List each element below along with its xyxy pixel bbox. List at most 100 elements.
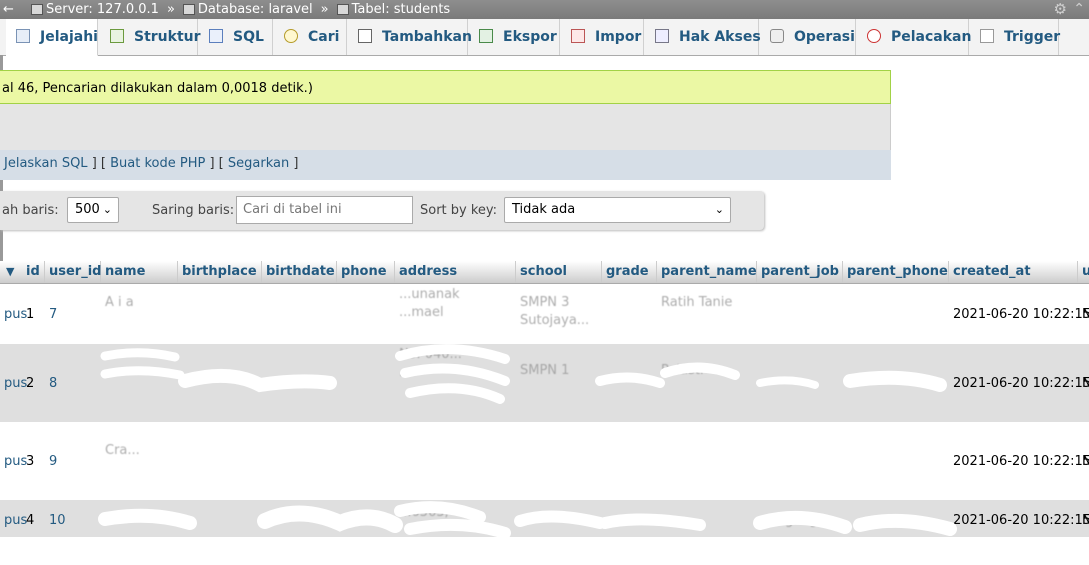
cell-name: Cra... bbox=[101, 422, 178, 500]
explain-sql-link[interactable]: Jelaskan SQL bbox=[4, 156, 88, 171]
tab-pelacakan[interactable]: Pelacakan bbox=[857, 19, 972, 55]
cell-id: 1 bbox=[26, 306, 35, 322]
table-row: pus 2 8 No. 040...... SMPN 1 Palusti 202… bbox=[0, 344, 1089, 422]
row-action-link[interactable]: pus bbox=[0, 284, 27, 344]
tab-impor[interactable]: Impor bbox=[561, 19, 644, 55]
sort-by-key-select[interactable]: Tidak ada ⌄ bbox=[504, 197, 731, 223]
filter-rows-placeholder: Cari di tabel ini bbox=[243, 202, 342, 217]
column-header[interactable]: birthplace bbox=[178, 261, 262, 283]
cell-updated-at: N bbox=[1082, 375, 1089, 391]
gear-icon[interactable]: ⚙ bbox=[1054, 0, 1067, 19]
success-message: al 46, Pencarian dilakukan dalam 0,0018 … bbox=[0, 70, 891, 104]
export-icon bbox=[479, 29, 493, 43]
row-action-link[interactable]: pus bbox=[0, 500, 27, 537]
row-action-link[interactable]: pus bbox=[0, 344, 27, 422]
tab-operasi[interactable]: Operasi bbox=[760, 19, 856, 55]
tab-tambahkan[interactable]: Tambahkan bbox=[348, 19, 472, 55]
cell-user-id[interactable]: 10 bbox=[45, 500, 101, 537]
breadcrumb-server-label: Server: 127.0.0.1 bbox=[46, 2, 159, 17]
server-icon bbox=[31, 4, 43, 15]
tab-label: Tambahkan bbox=[382, 29, 472, 45]
column-header[interactable]: user_id bbox=[45, 261, 101, 283]
sort-arrow-icon[interactable]: ▼ bbox=[6, 261, 14, 283]
tab-struktur[interactable]: Struktur bbox=[100, 19, 201, 55]
breadcrumb-database[interactable]: Database: laravel bbox=[182, 0, 313, 19]
sql-query-links: Jelaskan SQL ] [ Buat kode PHP ] [ Segar… bbox=[0, 150, 891, 180]
tab-label: Operasi bbox=[794, 29, 855, 45]
filter-rows-label: Saring baris: bbox=[152, 203, 235, 218]
import-icon bbox=[571, 29, 585, 43]
table-row: pus 3 9 Cra... 2021-06-20 10:22:15 N bbox=[0, 422, 1089, 500]
cell-address: ...unanak ...mael bbox=[395, 284, 516, 344]
cell-id: 2 bbox=[26, 375, 35, 391]
column-header[interactable]: u bbox=[1078, 261, 1089, 283]
column-header[interactable]: phone bbox=[337, 261, 395, 283]
cell-line: ...unanak bbox=[399, 287, 460, 302]
column-header[interactable]: parent_name bbox=[657, 261, 757, 283]
cell-user-id[interactable]: 7 bbox=[45, 284, 101, 344]
cell-updated-at: N bbox=[1082, 512, 1089, 528]
tab-sql[interactable]: SQL bbox=[199, 19, 273, 55]
cell-line: Palusti bbox=[661, 363, 704, 378]
table-row: pus 1 7 A i a ...unanak ...mael SMPN 3 Sut… bbox=[0, 284, 1089, 344]
cell-school: SMPN 3 Sutojaya... bbox=[516, 284, 602, 344]
search-icon bbox=[284, 29, 298, 43]
tab-trigger[interactable]: Trigger bbox=[970, 19, 1060, 55]
chevron-down-icon: ⌄ bbox=[102, 203, 112, 216]
cell-parent-job: ...lagang bbox=[761, 512, 818, 528]
tab-label: SQL bbox=[233, 29, 264, 45]
tab-bar: Jelajahi Struktur SQL Cari Tambahkan Eks… bbox=[0, 19, 1089, 56]
table-icon bbox=[336, 4, 349, 15]
tracking-icon bbox=[867, 29, 881, 43]
filter-rows-input[interactable]: Cari di tabel ini bbox=[236, 196, 413, 224]
tab-label: Jelajahi bbox=[40, 29, 98, 45]
column-header[interactable]: birthdate bbox=[262, 261, 337, 283]
breadcrumb-separator: » bbox=[320, 2, 329, 17]
column-header[interactable]: parent_phone bbox=[843, 261, 949, 283]
tab-hak-akses[interactable]: Hak Akses bbox=[645, 19, 761, 55]
success-message-text: al 46, Pencarian dilakukan dalam 0,0018 … bbox=[2, 81, 313, 96]
cell-updated-at: N bbox=[1082, 306, 1089, 322]
refresh-link[interactable]: Segarkan bbox=[228, 156, 289, 171]
tab-jelajahi[interactable]: Jelajahi bbox=[6, 19, 98, 56]
breadcrumb-server[interactable]: Server: 127.0.0.1 bbox=[31, 0, 159, 19]
tab-ekspor[interactable]: Ekspor bbox=[469, 19, 560, 55]
php-code-link[interactable]: Buat kode PHP bbox=[110, 156, 205, 171]
back-arrow-icon[interactable]: ← bbox=[3, 0, 14, 19]
cell-user-id[interactable]: 8 bbox=[45, 344, 101, 422]
column-header[interactable]: id bbox=[22, 261, 45, 283]
collapse-icon[interactable]: ⌃ bbox=[1073, 0, 1085, 19]
cell-address: No. 040...... bbox=[395, 344, 516, 422]
column-header[interactable]: name bbox=[101, 261, 178, 283]
cell-created-at: 2021-06-20 10:22:15 bbox=[953, 375, 1089, 391]
tab-label: Cari bbox=[308, 29, 340, 45]
column-header[interactable]: address bbox=[395, 261, 516, 283]
insert-icon bbox=[358, 29, 372, 43]
breadcrumb-bar: ← Server: 127.0.0.1 » Database: laravel … bbox=[0, 0, 1089, 19]
tab-cari[interactable]: Cari bbox=[274, 19, 347, 55]
cell-line: SMPN 3 bbox=[520, 295, 570, 310]
rows-count-select[interactable]: 500 ⌄ bbox=[67, 197, 119, 223]
sql-icon bbox=[209, 29, 223, 43]
breadcrumb-table[interactable]: Tabel: students bbox=[336, 0, 450, 19]
structure-icon bbox=[110, 29, 124, 43]
rows-count-value: 500 bbox=[75, 202, 100, 217]
cell-user-id[interactable]: 9 bbox=[45, 422, 101, 500]
column-header[interactable]: parent_job bbox=[757, 261, 843, 283]
breadcrumb-database-label: Database: laravel bbox=[197, 2, 313, 17]
row-action-link[interactable]: pus bbox=[0, 422, 27, 500]
tab-label: Hak Akses bbox=[679, 29, 761, 45]
column-header[interactable]: created_at bbox=[949, 261, 1078, 283]
cell-id: 3 bbox=[26, 453, 35, 469]
tab-label: Pelacakan bbox=[891, 29, 972, 45]
column-header[interactable]: school bbox=[516, 261, 602, 283]
cell-line: ...mael bbox=[399, 305, 444, 320]
breadcrumb-separator: » bbox=[166, 2, 175, 17]
column-header[interactable]: grade bbox=[602, 261, 657, 283]
results-table: ▼ id user_id name birthplace birthdate p… bbox=[0, 261, 1089, 537]
cell-line: Ratih Tanie bbox=[661, 295, 733, 310]
cell-line: ... bbox=[399, 365, 412, 380]
table-header: ▼ id user_id name birthplace birthdate p… bbox=[0, 261, 1089, 284]
cell-line: A i a bbox=[105, 295, 134, 310]
sort-by-key-label: Sort by key: bbox=[420, 203, 498, 218]
